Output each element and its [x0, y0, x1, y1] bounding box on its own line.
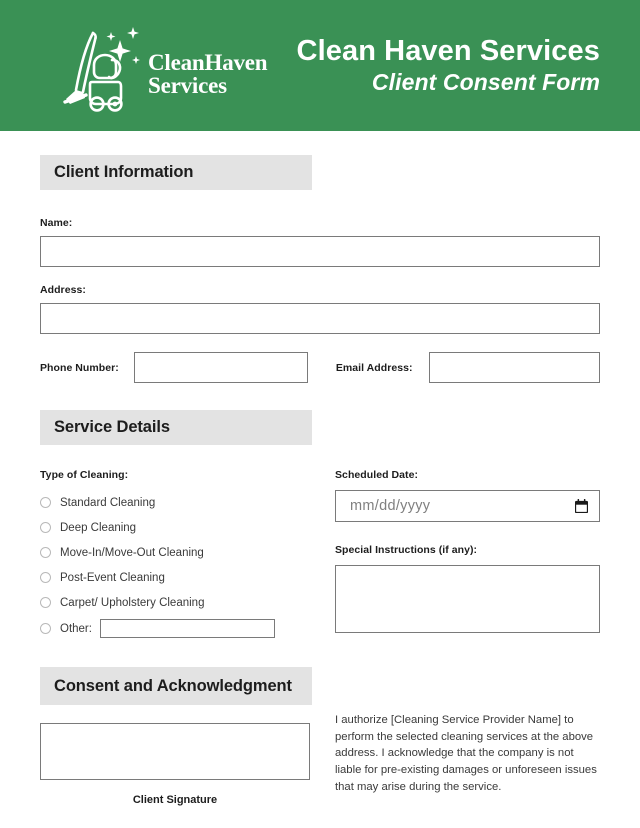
page-header: CleanHaven Services Clean Haven Services…: [0, 0, 640, 131]
calendar-icon[interactable]: [575, 499, 588, 513]
radio-label-other: Other:: [60, 622, 92, 635]
radio-label: Move-In/Move-Out Cleaning: [60, 546, 204, 559]
consent-columns: Client Signature I authorize [Cleaning S…: [40, 714, 600, 806]
radio-icon[interactable]: [40, 572, 51, 583]
scheduled-date-input[interactable]: mm/dd/yyyy: [335, 490, 600, 522]
section-title-consent: Consent and Acknowledgment: [54, 676, 292, 695]
signature-group: Client Signature: [40, 723, 310, 806]
consent-text-block: I authorize [Cleaning Service Provider N…: [335, 712, 600, 806]
address-input[interactable]: [40, 303, 600, 334]
email-address-input[interactable]: [429, 352, 600, 383]
type-of-cleaning-group: Type of Cleaning: Standard Cleaning Deep…: [40, 469, 335, 642]
scheduled-date-placeholder: mm/dd/yyyy: [350, 498, 431, 514]
logo-wordmark: CleanHaven Services: [148, 49, 268, 98]
consent-paragraph: I authorize [Cleaning Service Provider N…: [335, 714, 597, 793]
radio-icon[interactable]: [40, 547, 51, 558]
cleaning-type-options: Standard Cleaning Deep Cleaning Move-In/…: [40, 490, 335, 642]
section-title-client-information: Client Information: [54, 163, 194, 181]
label-scheduled-date: Scheduled Date:: [335, 469, 419, 481]
radio-label: Deep Cleaning: [60, 521, 137, 534]
radio-option-other[interactable]: Other:: [40, 615, 335, 642]
other-cleaning-type-input[interactable]: [99, 619, 275, 638]
radio-icon[interactable]: [40, 497, 51, 508]
section-header-service-details: Service Details: [40, 410, 312, 445]
field-group-address: Address:: [40, 284, 600, 334]
section-header-consent: Consent and Acknowledgment: [40, 667, 312, 705]
brand-logo: CleanHaven Services: [62, 16, 268, 116]
radio-label: Standard Cleaning: [60, 496, 156, 509]
radio-option-post-event-cleaning[interactable]: Post-Event Cleaning: [40, 565, 335, 590]
radio-option-move-in-move-out-cleaning[interactable]: Move-In/Move-Out Cleaning: [40, 540, 335, 565]
phone-number-input[interactable]: [134, 352, 308, 383]
section-header-client-information: Client Information: [40, 155, 312, 190]
client-signature-caption: Client Signature: [132, 794, 218, 806]
schedule-group: Scheduled Date: mm/dd/yyyy Special Instr…: [335, 469, 600, 642]
logo-wordmark-line1: CleanHaven: [148, 49, 268, 75]
name-input[interactable]: [40, 236, 600, 267]
label-email-address: Email Address:: [335, 361, 413, 374]
header-title-block: Clean Haven Services Client Consent Form: [297, 34, 600, 98]
form-title: Client Consent Form: [371, 68, 600, 95]
label-type-of-cleaning: Type of Cleaning:: [40, 469, 129, 481]
radio-icon[interactable]: [40, 597, 51, 608]
label-address: Address:: [40, 284, 86, 296]
form-body: Client Information Name: Address: Phone …: [0, 155, 640, 806]
radio-option-deep-cleaning[interactable]: Deep Cleaning: [40, 515, 335, 540]
field-group-contact-row: Phone Number: Email Address:: [40, 352, 600, 383]
radio-label: Post-Event Cleaning: [60, 571, 165, 584]
special-instructions-textarea[interactable]: [335, 565, 600, 633]
logo-wordmark-line2: Services: [148, 72, 227, 98]
label-phone-number: Phone Number:: [40, 361, 119, 374]
label-name: Name:: [40, 217, 73, 229]
field-group-name: Name:: [40, 217, 600, 267]
radio-option-carpet-upholstery-cleaning[interactable]: Carpet/ Upholstery Cleaning: [40, 590, 335, 615]
service-details-columns: Type of Cleaning: Standard Cleaning Deep…: [40, 469, 600, 642]
radio-option-standard-cleaning[interactable]: Standard Cleaning: [40, 490, 335, 515]
company-name: Clean Haven Services: [296, 34, 600, 67]
radio-icon[interactable]: [40, 522, 51, 533]
client-signature-input[interactable]: [40, 723, 310, 780]
radio-label: Carpet/ Upholstery Cleaning: [60, 596, 205, 609]
label-special-instructions: Special Instructions (if any):: [335, 544, 478, 556]
vacuum-cleaner-sparkle-icon: [63, 26, 140, 112]
section-title-service-details: Service Details: [54, 418, 170, 436]
radio-icon[interactable]: [40, 623, 51, 634]
